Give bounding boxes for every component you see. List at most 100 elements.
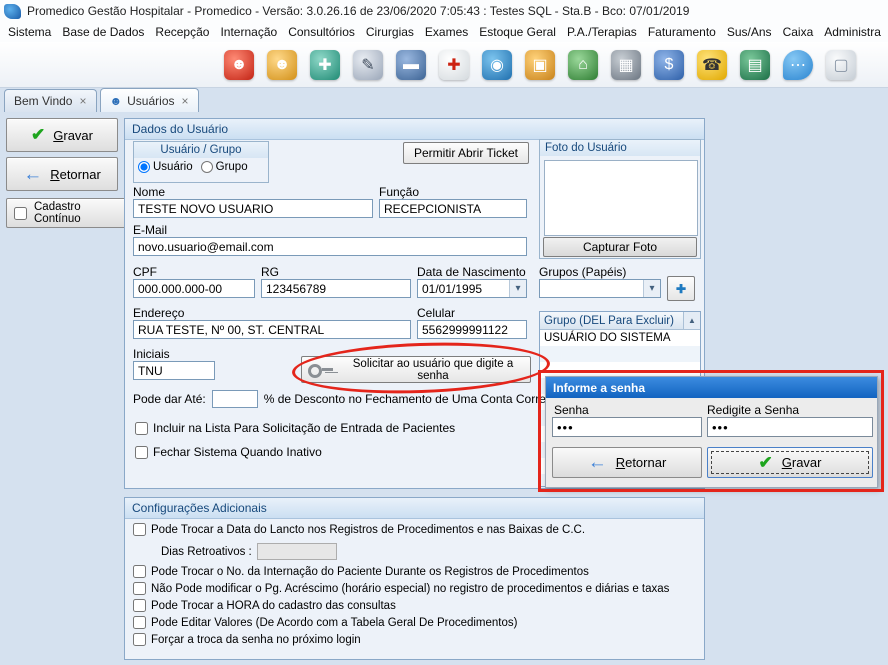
foto-usuario-group: Foto do Usuário Capturar Foto xyxy=(539,139,701,259)
cadastro-continuo-checkbox[interactable] xyxy=(14,207,27,220)
config-check-row[interactable]: Pode Trocar o No. da Internação do Pacie… xyxy=(133,565,589,578)
dialog-gravar-label: Gravar xyxy=(782,455,822,470)
config-check-row[interactable]: Pode Editar Valores (De Acordo com a Tab… xyxy=(133,616,517,629)
usuario-grupo-group: Usuário / Grupo Usuário Grupo xyxy=(133,141,269,183)
senha-input[interactable] xyxy=(552,417,702,437)
menu-faturamento[interactable]: Faturamento xyxy=(648,25,716,39)
desconto-suffix-label: % de Desconto no Fechamento de Uma Conta… xyxy=(264,392,563,406)
cadastro-continuo-toggle[interactable]: Cadastro Contínuo xyxy=(6,198,126,228)
celular-input[interactable] xyxy=(417,320,527,339)
menu-internacao[interactable]: Internação xyxy=(220,25,277,39)
grupo-list-item[interactable]: USUÁRIO DO SISTEMA xyxy=(540,330,700,346)
trocar-hora-consultas-label: Pode Trocar a HORA do cadastro das consu… xyxy=(151,600,396,612)
patient-exit-icon[interactable]: ☻ xyxy=(224,50,254,80)
radio-usuario[interactable]: Usuário xyxy=(138,161,193,173)
phone-icon[interactable]: ☎ xyxy=(697,50,727,80)
add-grupo-button[interactable]: ✚ xyxy=(667,276,695,301)
desconto-input[interactable] xyxy=(212,390,258,408)
menu-caixa[interactable]: Caixa xyxy=(783,25,814,39)
close-icon[interactable]: × xyxy=(182,94,189,108)
menu-administracao[interactable]: Administra xyxy=(824,25,881,39)
solicitar-senha-button[interactable]: Solicitar ao usuário que digite a senha xyxy=(301,356,531,383)
menu-consultorios[interactable]: Consultórios xyxy=(288,25,355,39)
trocar-data-lancto-checkbox[interactable] xyxy=(133,523,146,536)
doctor-icon[interactable]: ✚ xyxy=(310,50,340,80)
config-check-row[interactable]: Forçar a troca da senha no próximo login xyxy=(133,633,361,646)
menu-sistema[interactable]: Sistema xyxy=(8,25,51,39)
chat-icon[interactable]: ⋯ xyxy=(783,50,813,80)
calculator-icon[interactable]: $ xyxy=(654,50,684,80)
cadastro-continuo-label: Cadastro Contínuo xyxy=(34,201,122,225)
notes-icon[interactable]: ✎ xyxy=(353,50,383,80)
chevron-down-icon[interactable]: ▾ xyxy=(509,280,526,297)
sort-up-icon[interactable]: ▲ xyxy=(683,312,700,329)
menu-exames[interactable]: Exames xyxy=(425,25,468,39)
forcar-troca-senha-checkbox[interactable] xyxy=(133,633,146,646)
package-icon[interactable]: ▣ xyxy=(525,50,555,80)
retornar-button[interactable]: ← Retornar xyxy=(6,157,118,191)
incluir-lista-checkbox-row[interactable]: Incluir na Lista Para Solicitação de Ent… xyxy=(135,421,455,435)
iniciais-label: Iniciais xyxy=(133,347,170,361)
network-icon[interactable]: ◉ xyxy=(482,50,512,80)
dialog-retornar-button[interactable]: ← Retornar xyxy=(552,447,702,478)
config-check-row[interactable]: Não Pode modificar o Pg. Acréscimo (horá… xyxy=(133,582,669,595)
tab-bem-vindo[interactable]: Bem Vindo × xyxy=(4,89,97,112)
toolbar: ☻ ☻ ✚ ✎ ▬ ✚ ◉ ▣ ⌂ ▦ $ ☎ ▤ ⋯ ▢ xyxy=(0,42,888,88)
config-check-row[interactable]: Pode Trocar a Data do Lancto nos Registr… xyxy=(133,523,585,536)
editar-valores-checkbox[interactable] xyxy=(133,616,146,629)
arrow-left-icon: ← xyxy=(588,453,607,472)
iniciais-input[interactable] xyxy=(133,361,215,380)
capturar-foto-label: Capturar Foto xyxy=(583,240,657,254)
dialog-gravar-button[interactable]: ✔ Gravar xyxy=(707,447,873,478)
window-title: Promedico Gestão Hospitalar - Promedico … xyxy=(27,4,689,18)
menu-recepcao[interactable]: Recepção xyxy=(155,25,209,39)
celular-label: Celular xyxy=(417,306,455,320)
chevron-down-icon[interactable]: ▾ xyxy=(643,280,660,297)
menu-cirurgias[interactable]: Cirurgias xyxy=(366,25,414,39)
radio-usuario-input[interactable] xyxy=(138,161,150,173)
capturar-foto-button[interactable]: Capturar Foto xyxy=(543,237,697,257)
configuracoes-adicionais-header: Configurações Adicionais xyxy=(125,498,704,519)
people-group-icon[interactable]: ☻ xyxy=(267,50,297,80)
fechar-sistema-checkbox[interactable] xyxy=(135,446,148,459)
tab-usuarios[interactable]: ☻ Usuários × xyxy=(100,88,199,112)
nao-modificar-pg-acrescimo-checkbox[interactable] xyxy=(133,582,146,595)
menu-estoque-geral[interactable]: Estoque Geral xyxy=(479,25,556,39)
menu-sus-ans[interactable]: Sus/Ans xyxy=(727,25,772,39)
trocar-hora-consultas-checkbox[interactable] xyxy=(133,599,146,612)
dias-retroativos-label: Dias Retroativos : xyxy=(161,546,252,558)
book-icon[interactable]: ▤ xyxy=(740,50,770,80)
radio-grupo-input[interactable] xyxy=(201,161,213,173)
incluir-lista-checkbox[interactable] xyxy=(135,422,148,435)
ambulance-icon[interactable]: ✚ xyxy=(439,50,469,80)
arrow-left-icon: ← xyxy=(23,165,42,184)
dados-usuario-group-header: Dados do Usuário xyxy=(125,119,704,140)
config-check-row[interactable]: Pode Trocar a HORA do cadastro das consu… xyxy=(133,599,396,612)
redigite-senha-label: Redigite a Senha xyxy=(707,403,799,417)
bed-icon[interactable]: ▬ xyxy=(396,50,426,80)
endereco-input[interactable] xyxy=(133,320,411,339)
permitir-abrir-ticket-button[interactable]: Permitir Abrir Ticket xyxy=(403,142,529,164)
redigite-senha-input[interactable] xyxy=(707,417,873,437)
fechar-sistema-checkbox-row[interactable]: Fechar Sistema Quando Inativo xyxy=(135,445,322,459)
grupo-list-header[interactable]: Grupo (DEL Para Excluir) ▲ xyxy=(540,312,700,330)
nascimento-combobox[interactable]: 01/01/1995 ▾ xyxy=(417,279,527,298)
nao-modificar-pg-acrescimo-label: Não Pode modificar o Pg. Acréscimo (horá… xyxy=(151,583,669,595)
radio-grupo[interactable]: Grupo xyxy=(201,161,248,173)
vault-icon[interactable]: ▦ xyxy=(611,50,641,80)
menu-base-de-dados[interactable]: Base de Dados xyxy=(62,25,144,39)
close-icon[interactable]: × xyxy=(79,94,86,108)
retornar-button-label: Retornar xyxy=(50,167,101,182)
grupos-papeis-combobox[interactable]: ▾ xyxy=(539,279,661,298)
trocar-no-internacao-checkbox[interactable] xyxy=(133,565,146,578)
nome-input[interactable] xyxy=(133,199,373,218)
cpf-input[interactable] xyxy=(133,279,255,298)
rg-input[interactable] xyxy=(261,279,411,298)
window-icon[interactable]: ▢ xyxy=(826,50,856,80)
bank-icon[interactable]: ⌂ xyxy=(568,50,598,80)
gravar-button[interactable]: ✔ Gravar xyxy=(6,118,118,152)
senha-label: Senha xyxy=(554,403,589,417)
funcao-input[interactable] xyxy=(379,199,527,218)
email-input[interactable] xyxy=(133,237,527,256)
menu-pa-terapias[interactable]: P.A./Terapias xyxy=(567,25,637,39)
